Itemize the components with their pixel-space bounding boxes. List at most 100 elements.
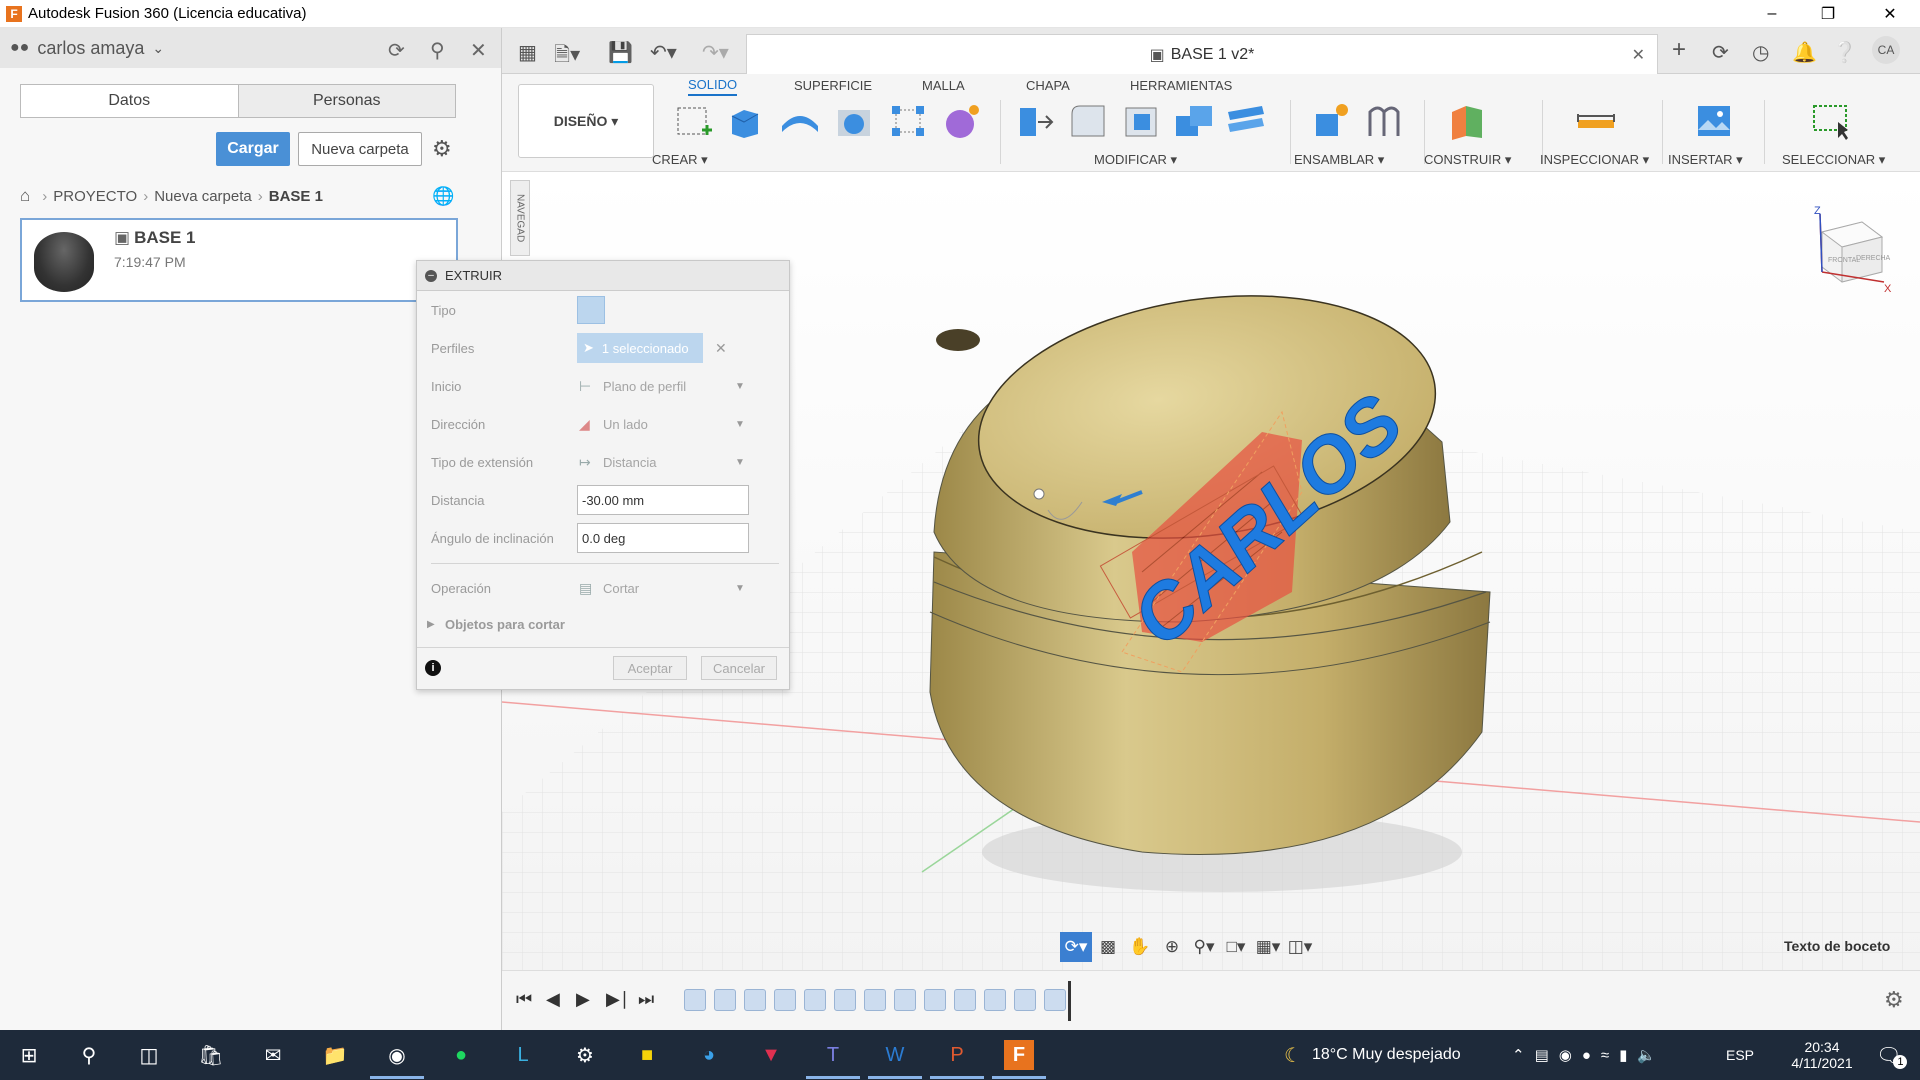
search-icon[interactable]: ⚲ (74, 1040, 104, 1070)
group-insertar[interactable]: INSERTAR ▾ (1668, 152, 1743, 168)
document-tab[interactable]: ▣ BASE 1 v2* ✕ (746, 34, 1658, 74)
fusion-360-icon[interactable]: F (1004, 1040, 1034, 1070)
navigator-collapsed[interactable]: NAVEGAD (510, 180, 530, 256)
notifications-icon[interactable]: 🗨 1 (1876, 1030, 1908, 1080)
group-seleccionar[interactable]: SELECCIONAR ▾ (1782, 152, 1885, 168)
go-to-end-icon[interactable]: ⏭ (638, 989, 654, 1010)
go-to-start-icon[interactable]: ⏮ (516, 989, 532, 1010)
row-direccion[interactable]: Dirección ◢ Un lado ▼ (417, 409, 789, 439)
help-icon[interactable]: ❔ (1832, 40, 1857, 65)
tab-superficie[interactable]: SUPERFICIE (794, 74, 872, 96)
mail-icon[interactable]: ✉ (258, 1040, 288, 1070)
tab-personas[interactable]: Personas (237, 85, 455, 117)
cancel-button[interactable]: Cancelar (701, 656, 777, 680)
step-forward-icon[interactable]: ▶∣ (606, 989, 629, 1010)
revolve-icon[interactable] (778, 100, 822, 142)
group-crear[interactable]: CREAR ▾ (652, 152, 708, 168)
timeline-step[interactable] (804, 989, 826, 1011)
row-tipo-extension[interactable]: Tipo de extensión ↦ Distancia ▼ (417, 447, 789, 477)
extrude-dialog-header[interactable]: – EXTRUIR (417, 261, 789, 291)
windows-start-icon[interactable]: ⊞ (14, 1040, 44, 1070)
info-icon[interactable]: i (425, 660, 441, 676)
group-inspeccionar[interactable]: INSPECCIONAR ▾ (1540, 152, 1649, 168)
refresh-icon[interactable]: ⟳ (388, 38, 405, 63)
new-component-icon[interactable] (1310, 100, 1354, 142)
distance-input[interactable] (577, 485, 749, 515)
close-window-button[interactable]: ✕ (1862, 0, 1918, 28)
store-icon[interactable]: 🛍 (196, 1040, 226, 1070)
zoom-window-icon[interactable]: ⚲▾ (1188, 932, 1220, 962)
powerpoint-icon[interactable]: P (942, 1040, 972, 1070)
home-icon[interactable]: ⌂ (20, 186, 30, 206)
press-pull-icon[interactable] (1014, 100, 1058, 142)
insert-image-icon[interactable] (1692, 100, 1736, 142)
l-app-icon[interactable]: L (508, 1040, 538, 1070)
chevron-right-icon[interactable]: ▶ (427, 619, 435, 630)
upload-button[interactable]: Cargar (216, 132, 290, 166)
chevron-down-icon[interactable]: ▼ (735, 583, 745, 594)
globe-icon[interactable]: 🌐 (432, 186, 454, 207)
offset-plane-icon[interactable] (1446, 100, 1490, 142)
measure-icon[interactable] (1574, 100, 1618, 142)
sweep-icon[interactable] (832, 100, 876, 142)
search-icon[interactable]: ⚲ (430, 38, 445, 63)
accept-button[interactable]: Aceptar (613, 656, 687, 680)
tab-solido[interactable]: SOLIDO (688, 74, 738, 96)
gear-icon[interactable]: ⚙ (1884, 987, 1904, 1013)
type-solid-button[interactable] (577, 296, 605, 324)
undo-icon[interactable]: ↶▾ (650, 40, 677, 65)
user-name[interactable]: carlos amaya (37, 38, 144, 59)
task-view-icon[interactable]: ◫ (134, 1040, 164, 1070)
split-body-icon[interactable] (1224, 100, 1268, 142)
collapse-icon[interactable]: – (425, 269, 437, 282)
edge-icon[interactable]: ◕ (694, 1040, 724, 1070)
row-inicio[interactable]: Inicio ⊢ Plano de perfil ▼ (417, 371, 789, 401)
timeline-step[interactable] (834, 989, 856, 1011)
tab-chapa[interactable]: CHAPA (1026, 74, 1070, 96)
workspace-selector[interactable]: DISEÑO ▾ (518, 84, 654, 158)
timeline-step[interactable] (1044, 989, 1066, 1011)
chevron-down-icon[interactable]: ⌄ (152, 40, 164, 57)
system-tray-icons[interactable]: ⌃ ▤ ◉ ● ≈ ▮ 🔈 (1512, 1030, 1656, 1080)
word-icon[interactable]: W (880, 1040, 910, 1070)
group-ensamblar[interactable]: ENSAMBLAR ▾ (1294, 152, 1384, 168)
taper-angle-input[interactable] (577, 523, 749, 553)
profiles-selection[interactable]: ➤ 1 seleccionado (577, 333, 703, 363)
group-construir[interactable]: CONSTRUIR ▾ (1424, 152, 1511, 168)
fillet-icon[interactable] (1066, 100, 1110, 142)
tab-herramientas[interactable]: HERRAMIENTAS (1130, 74, 1232, 96)
breadcrumb-folder[interactable]: Nueva carpeta (154, 188, 252, 205)
viewports-icon[interactable]: ◫▾ (1284, 932, 1316, 962)
breadcrumb-project[interactable]: PROYECTO (53, 188, 137, 205)
timeline-step[interactable] (954, 989, 976, 1011)
select-icon[interactable] (1810, 100, 1854, 142)
gear-icon[interactable]: ⚙ (432, 136, 452, 162)
red-app-icon[interactable]: ▼ (756, 1040, 786, 1070)
chrome-icon[interactable]: ◉ (382, 1040, 412, 1070)
spotify-icon[interactable]: ● (446, 1040, 476, 1070)
combine-icon[interactable] (1172, 100, 1216, 142)
tab-datos[interactable]: Datos (21, 85, 238, 117)
timeline-step[interactable] (774, 989, 796, 1011)
type-thin-button[interactable] (611, 296, 639, 324)
redo-icon[interactable]: ↷▾ (702, 40, 729, 65)
file-card[interactable]: ▣ BASE 1 7:19:47 PM (20, 218, 458, 302)
timeline-step[interactable] (894, 989, 916, 1011)
minimize-button[interactable]: – (1744, 0, 1800, 28)
step-back-icon[interactable]: ◀ (546, 989, 560, 1010)
close-tab-icon[interactable]: ✕ (1632, 45, 1645, 65)
look-at-icon[interactable]: ▩ (1092, 932, 1124, 962)
form-icon[interactable] (940, 100, 984, 142)
teams-icon[interactable]: T (818, 1040, 848, 1070)
weather-widget[interactable]: ☾ 18°C Muy despejado (1284, 1030, 1461, 1080)
chevron-down-icon[interactable]: ▼ (735, 457, 745, 468)
view-cube[interactable]: FRONTAL DERECHA Z X (1792, 202, 1892, 302)
pan-icon[interactable]: ✋ (1124, 932, 1156, 962)
chevron-down-icon[interactable]: ▼ (735, 381, 745, 392)
chevron-down-icon[interactable]: ▼ (735, 419, 745, 430)
file-menu-icon[interactable]: 🗎▾ (554, 40, 580, 74)
timeline-step[interactable] (714, 989, 736, 1011)
zoom-icon[interactable]: ⊕ (1156, 932, 1188, 962)
group-modificar[interactable]: MODIFICAR ▾ (1094, 152, 1177, 168)
row-operacion[interactable]: Operación ▤ Cortar ▼ (417, 573, 789, 603)
